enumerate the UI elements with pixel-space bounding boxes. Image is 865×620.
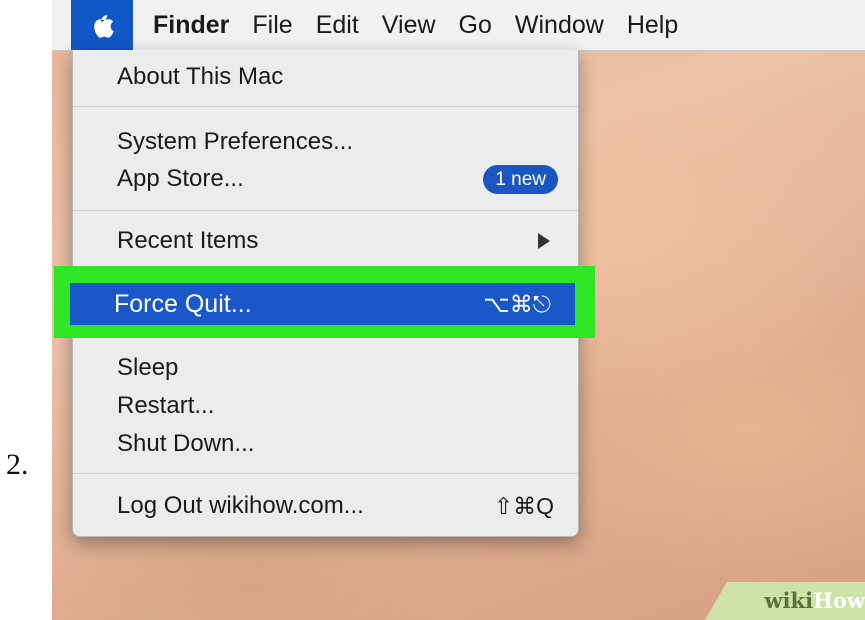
menu-item-recent-items[interactable]: Recent Items [73,222,578,260]
wikihow-watermark: wikiHow [705,582,865,620]
menu-item-label: Log Out wikihow.com... [117,492,364,519]
step-number: 2. [6,448,29,481]
menu-finder[interactable]: Finder [153,0,229,50]
keyboard-shortcut: ⇧⌘Q [493,493,554,519]
menu-edit[interactable]: Edit [316,0,359,50]
menu-item-shut-down[interactable]: Shut Down... [73,425,578,463]
menu-view[interactable]: View [382,0,436,50]
menu-item-force-quit[interactable]: Force Quit... ⌥⌘⎋ [70,283,575,325]
menu-help[interactable]: Help [627,0,678,50]
menu-go[interactable]: Go [459,0,492,50]
menu-item-sleep[interactable]: Sleep [73,349,578,387]
apple-menu-button[interactable] [71,0,133,50]
menu-separator [73,210,578,211]
menu-item-label: Shut Down... [117,430,255,457]
menu-item-label: About This Mac [117,63,284,90]
menu-item-about-this-mac[interactable]: About This Mac [73,58,578,96]
menu-item-label: App Store... [117,165,244,192]
apple-icon [94,14,114,38]
menu-item-app-store[interactable]: App Store... 1 new [73,160,578,198]
menu-item-label: Sleep [117,354,179,381]
menu-item-label: System Preferences... [117,128,354,155]
menu-separator [73,106,578,107]
updates-badge: 1 new [483,165,558,194]
menu-item-system-preferences[interactable]: System Preferences... [73,123,578,161]
submenu-arrow-icon [538,233,550,249]
watermark-wiki: wiki [764,588,814,613]
keyboard-shortcut: ⌥⌘⎋ [483,291,551,317]
menu-separator [73,473,578,474]
watermark-how: How [813,588,865,613]
menu-item-log-out[interactable]: Log Out wikihow.com... ⇧⌘Q [73,487,578,525]
menu-bar: Finder File Edit View Go Window Help [52,0,865,51]
menu-item-label: Force Quit... [114,290,252,318]
menu-item-label: Recent Items [117,227,259,254]
menu-item-label: Restart... [117,392,215,419]
menu-window[interactable]: Window [515,0,604,50]
menu-item-restart[interactable]: Restart... [73,387,578,425]
menu-file[interactable]: File [252,0,292,50]
mac-desktop: Finder File Edit View Go Window Help Abo… [52,0,865,620]
